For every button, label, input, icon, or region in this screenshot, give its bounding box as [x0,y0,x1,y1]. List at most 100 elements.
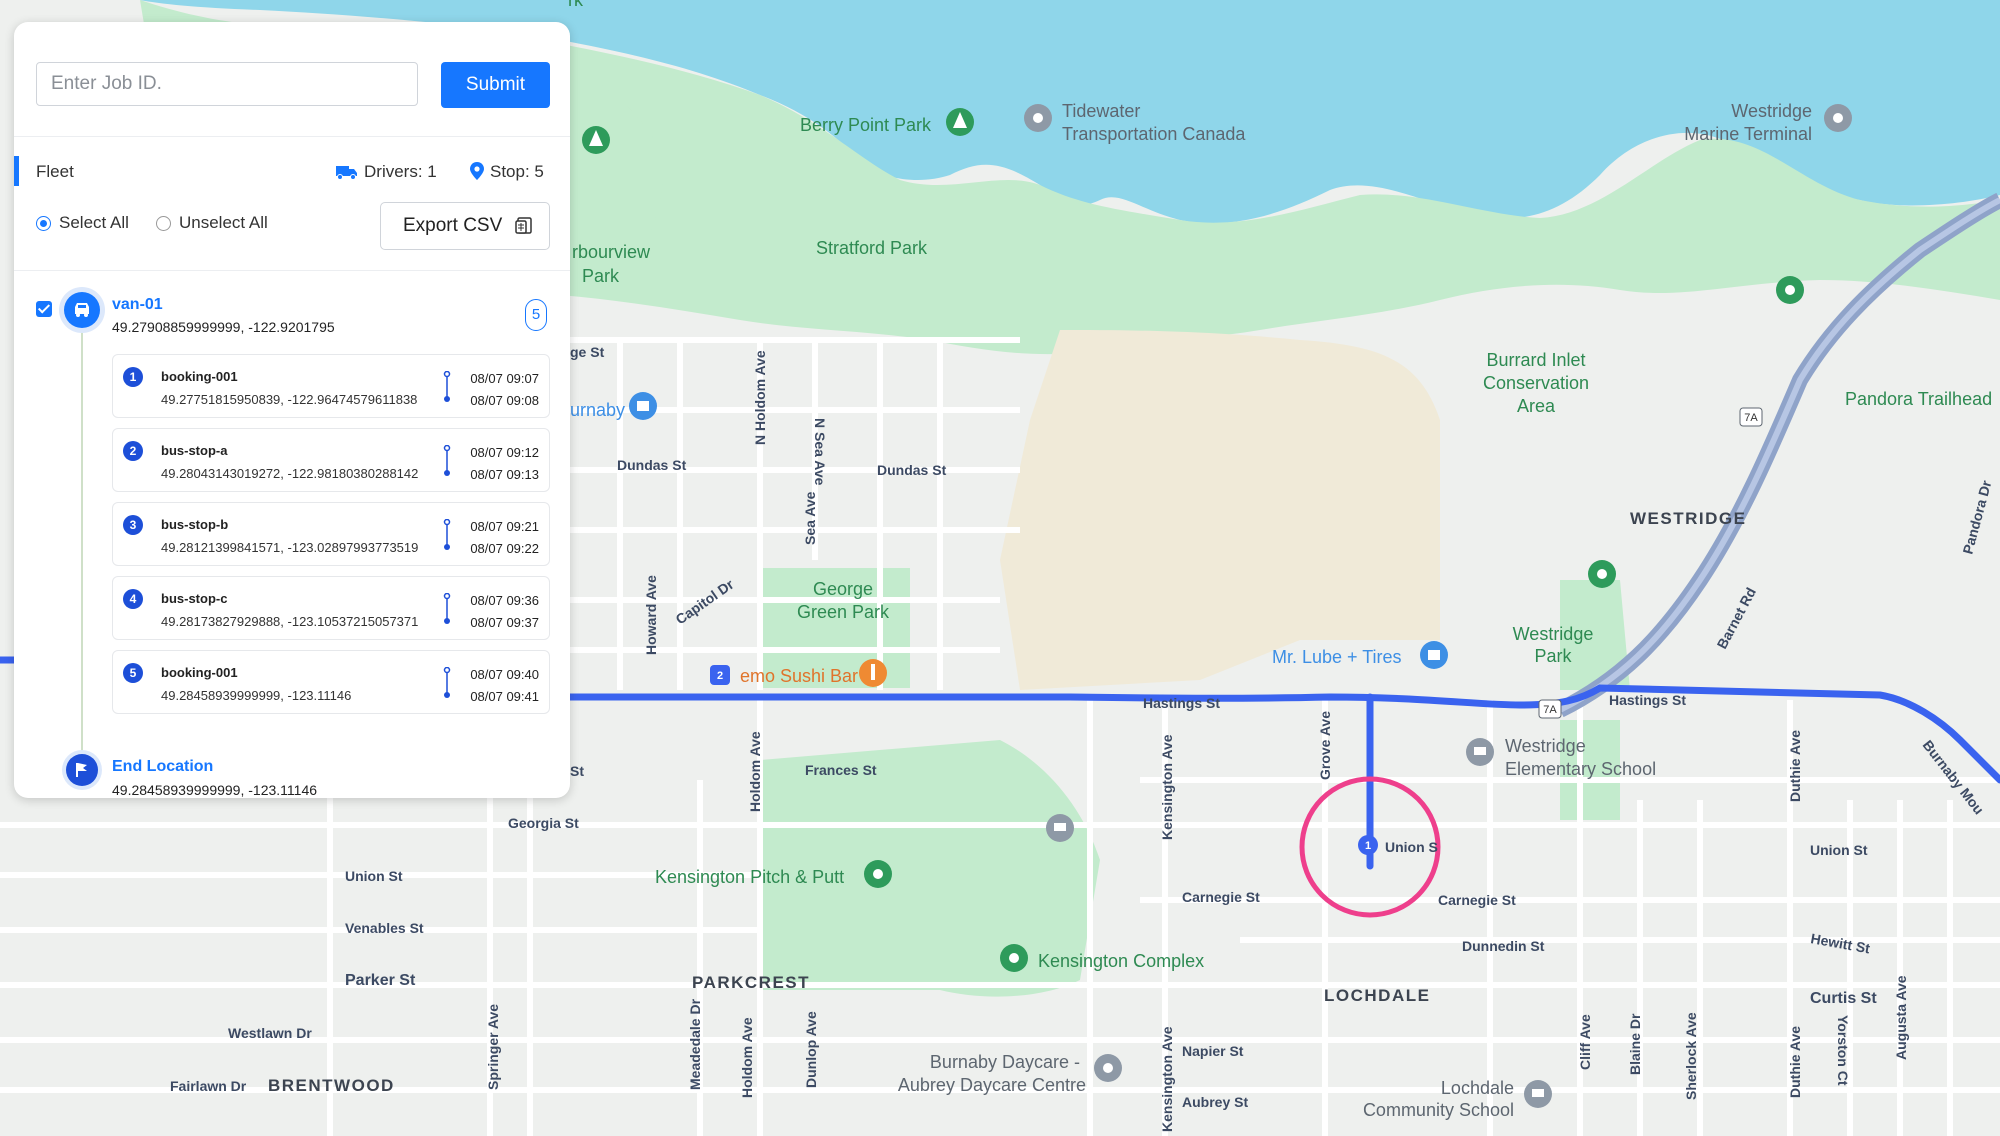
place-pin-icon[interactable] [1824,104,1852,132]
stop-card[interactable]: 5 booking-001 49.28458939999999, -123.11… [112,650,550,714]
poi-sushi-bar: emo Sushi Bar [740,666,858,686]
select-all-radio[interactable]: Select All [36,213,129,233]
park-pin-icon[interactable] [1776,276,1804,304]
svg-text:Westridge: Westridge [1731,101,1812,121]
svg-text:Hastings St: Hastings St [1609,692,1686,708]
svg-text:N Sea Ave: N Sea Ave [812,418,828,486]
unselect-all-radio[interactable]: Unselect All [156,213,268,233]
svg-text:Westridge: Westridge [1505,736,1586,756]
shop-pin-icon[interactable] [1420,641,1448,669]
park-pin-icon[interactable] [582,126,610,154]
export-csv-button[interactable]: Export CSV [380,202,550,250]
stop-marker-1[interactable]: 1 [1358,835,1378,855]
arrive-time: 08/07 09:40 [470,667,539,682]
svg-text:Community School: Community School [1363,1100,1514,1120]
svg-text:rbourview: rbourview [572,242,651,262]
svg-text:Union St: Union St [345,868,403,884]
svg-text:Carnegie St: Carnegie St [1182,889,1260,905]
submit-button[interactable]: Submit [441,62,550,108]
svg-text:Pandora Trailhead: Pandora Trailhead [1845,389,1992,409]
stop-card[interactable]: 3 bus-stop-b 49.28121399841571, -123.028… [112,502,550,566]
end-location-coords: 49.28458939999999, -123.11146 [112,782,318,798]
svg-text:LOCHDALE: LOCHDALE [1324,986,1430,1005]
svg-text:Dunnedin St: Dunnedin St [1462,938,1545,954]
svg-text:Frances St: Frances St [805,762,877,778]
school-pin-icon[interactable] [1466,738,1494,766]
arrive-time: 08/07 09:21 [470,519,539,534]
stop-times: 08/07 09:36 08/07 09:37 [470,590,539,634]
svg-text:ge St: ge St [570,344,605,360]
conservation-area [1000,330,1440,690]
shop-pin-icon[interactable] [629,392,657,420]
place-pin-icon[interactable] [1094,1054,1122,1082]
school-pin-icon[interactable] [1524,1080,1552,1108]
svg-text:Meadedale Dr: Meadedale Dr [687,998,703,1090]
vehicle-checkbox[interactable] [36,301,52,317]
svg-text:Union St: Union St [1810,842,1868,858]
svg-text:rk: rk [568,0,584,10]
school-pin-icon[interactable] [1046,814,1074,842]
stop-card[interactable]: 1 booking-001 49.27751815950839, -122.96… [112,354,550,418]
poi-mr-lube: Mr. Lube + Tires [1272,647,1402,667]
stop-times: 08/07 09:12 08/07 09:13 [470,442,539,486]
divider [14,136,570,137]
radio-empty-icon [156,216,171,231]
end-location-name[interactable]: End Location [112,758,213,776]
svg-text:Napier St: Napier St [1182,1043,1244,1059]
flag-icon [66,754,98,786]
divider [14,270,570,271]
svg-text:WESTRIDGE: WESTRIDGE [1630,509,1746,528]
svg-text:Park: Park [1534,646,1572,666]
svg-text:Yorston Ct: Yorston Ct [1835,1015,1851,1086]
svg-text:Kensington Ave: Kensington Ave [1159,734,1175,840]
truck-icon [336,166,357,180]
svg-text:Area: Area [1517,396,1556,416]
time-range-icon [443,667,451,698]
vehicle-name[interactable]: van-01 [112,296,163,314]
svg-text:Venables St: Venables St [345,920,424,936]
drivers-count-text: Drivers: 1 [364,162,437,181]
poi-urnaby: urnaby [570,400,625,420]
svg-text:Aubrey Daycare Centre: Aubrey Daycare Centre [898,1075,1086,1095]
svg-text:St: St [570,763,584,779]
stop-coords: 49.28121399841571, -123.02897993773519 [161,540,419,555]
stop-marker-2[interactable]: 2 [710,665,730,685]
svg-text:Springer Ave: Springer Ave [485,1004,501,1090]
stop-number: 3 [123,515,143,535]
svg-text:Sea Ave: Sea Ave [802,491,818,545]
drivers-count: Drivers: 1 [336,162,437,182]
place-pin-icon[interactable] [1024,104,1052,132]
svg-text:BRENTWOOD: BRENTWOOD [268,1076,395,1095]
svg-text:Duthie Ave: Duthie Ave [1787,730,1803,802]
svg-text:Holdom Ave: Holdom Ave [739,1017,755,1098]
stop-number: 1 [123,367,143,387]
golf-pin-icon[interactable] [864,860,892,888]
stop-card[interactable]: 4 bus-stop-c 49.28173827929888, -123.105… [112,576,550,640]
park-pin-icon[interactable] [1588,560,1616,588]
stop-coords: 49.28173827929888, -123.10537215057371 [161,614,419,629]
fleet-title: Fleet [36,162,74,181]
depart-time: 08/07 09:41 [470,689,539,704]
unselect-all-label: Unselect All [179,213,268,232]
svg-text:Cliff Ave: Cliff Ave [1577,1014,1593,1070]
job-id-input[interactable] [36,62,418,106]
park-pin-icon[interactable] [946,108,974,136]
svg-text:Sherlock Ave: Sherlock Ave [1683,1012,1699,1100]
svg-text:Elementary School: Elementary School [1505,759,1656,779]
time-range-icon [443,593,451,624]
restaurant-pin-icon[interactable] [859,659,887,687]
svg-text:Park: Park [582,266,620,286]
depart-time: 08/07 09:37 [470,615,539,630]
svg-text:Transportation Canada: Transportation Canada [1062,124,1246,144]
stops-count: Stop: 5 [470,162,544,182]
select-all-label: Select All [59,213,129,232]
stop-card[interactable]: 2 bus-stop-a 49.28043143019272, -122.981… [112,428,550,492]
park-pin-icon[interactable] [1000,944,1028,972]
svg-text:Holdom Ave: Holdom Ave [747,731,763,812]
job-search-row: Submit [36,62,550,108]
stop-number: 4 [123,589,143,609]
stop-coords: 49.28043143019272, -122.98180380288142 [161,466,419,481]
arrive-time: 08/07 09:36 [470,593,539,608]
svg-text:Kensington Complex: Kensington Complex [1038,951,1204,971]
stops-count-text: Stop: 5 [490,162,544,181]
